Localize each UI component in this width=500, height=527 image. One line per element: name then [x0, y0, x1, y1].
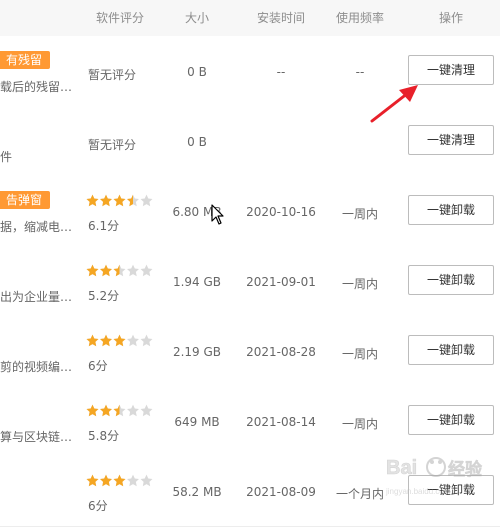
install-date: 2021-08-09	[246, 485, 316, 499]
table-header: 软件评分 大小 安装时间 使用频率 操作	[0, 0, 500, 37]
software-size: 2.19 GB	[172, 345, 222, 359]
header-install-time: 安装时间	[256, 11, 305, 25]
star-icon	[113, 194, 126, 207]
usage-frequency: --	[355, 65, 365, 79]
status-badge: 有残留	[0, 51, 51, 69]
software-description: 据，缩减电…	[0, 220, 73, 234]
header-rating: 软件评分	[95, 11, 144, 25]
software-size: 649 MB	[174, 415, 220, 429]
table-row: 剪的视频编… 6分 2.19 GB 2021-08-28 一周内 一键卸载	[0, 316, 500, 387]
rating-score: 6.1分	[88, 219, 120, 233]
rating-stars	[86, 334, 153, 347]
star-icon	[100, 334, 112, 347]
star-icon	[140, 474, 153, 487]
svg-text:Bai: Bai	[386, 457, 417, 479]
usage-frequency: 一周内	[341, 347, 378, 361]
install-date: 2021-08-14	[246, 415, 316, 429]
rating-stars	[86, 404, 153, 417]
uninstall-button[interactable]: 一键卸载	[408, 265, 494, 295]
star-icon	[113, 264, 126, 277]
usage-frequency: 一周内	[341, 207, 378, 221]
rating-score: 6分	[88, 359, 108, 373]
install-date: --	[276, 65, 286, 79]
status-badge: 告弹窗	[0, 191, 51, 209]
usage-frequency: 一周内	[341, 417, 378, 431]
rating-score: 5.8分	[88, 429, 120, 443]
star-icon	[86, 334, 99, 347]
uninstall-button[interactable]: 一键卸载	[408, 335, 494, 365]
software-description: 载后的残留…	[0, 80, 73, 94]
software-size: 1.94 GB	[172, 275, 222, 289]
star-icon	[113, 474, 126, 487]
star-icon	[86, 404, 99, 417]
star-icon	[127, 334, 139, 347]
software-size: 58.2 MB	[172, 485, 222, 499]
star-icon	[100, 474, 112, 487]
svg-text:经验: 经验	[448, 459, 483, 480]
header-size: 大小	[184, 11, 209, 25]
star-icon	[140, 404, 153, 417]
table-row: 告弹窗 据，缩减电… 6.1分 6.80 MB 2020-10-16 一周内 一键卸载	[0, 176, 500, 247]
uninstall-button[interactable]: 一键卸载	[408, 405, 494, 435]
software-description: 算与区块链…	[0, 430, 73, 444]
star-icon	[100, 194, 112, 207]
red-arrow-icon	[370, 85, 418, 123]
star-icon	[140, 334, 153, 347]
star-icon	[140, 194, 153, 207]
star-icon	[140, 264, 153, 277]
star-icon	[100, 404, 112, 417]
header-frequency: 使用频率	[335, 11, 384, 25]
software-description: 剪的视频编…	[0, 360, 73, 374]
software-description: 件	[0, 150, 13, 164]
star-icon	[86, 194, 99, 207]
install-date: 2021-09-01	[246, 275, 316, 289]
rating-score: 暂无评分	[88, 138, 137, 152]
baidu-jingyan-watermark: Bai 经验 jingyan.baidu.com	[385, 457, 483, 496]
header-action: 操作	[438, 11, 463, 25]
table-row: 出为企业量… 5.2分 1.94 GB 2021-09-01 一周内 一键卸载	[0, 246, 500, 317]
rating-stars	[86, 264, 153, 277]
star-icon	[127, 264, 139, 277]
install-date: 2020-10-16	[246, 205, 316, 219]
software-size: 0 B	[187, 135, 207, 149]
star-icon	[100, 264, 112, 277]
table-row: 有残留 载后的残留… 暂无评分 0 B -- -- 一键清理	[0, 36, 500, 107]
star-icon	[127, 194, 139, 207]
star-icon	[86, 474, 99, 487]
install-date: 2021-08-28	[246, 345, 316, 359]
star-icon	[86, 264, 99, 277]
table-row: 算与区块链… 5.8分 649 MB 2021-08-14 一周内 一键卸载	[0, 386, 500, 457]
svg-text:jingyan.baidu.com: jingyan.baidu.com	[385, 487, 451, 496]
star-icon	[127, 404, 139, 417]
software-size: 0 B	[187, 65, 207, 79]
software-description: 出为企业量…	[0, 290, 73, 304]
rating-stars	[86, 194, 153, 207]
rating-stars	[86, 474, 153, 487]
rating-score: 暂无评分	[88, 68, 137, 82]
mouse-cursor-icon	[211, 204, 224, 225]
clean-button[interactable]: 一键清理	[408, 125, 494, 155]
rating-score: 5.2分	[88, 289, 120, 303]
uninstall-button[interactable]: 一键卸载	[408, 195, 494, 225]
star-icon	[113, 334, 126, 347]
table-row: 件 暂无评分 0 B 一键清理	[0, 106, 500, 177]
usage-frequency: 一周内	[341, 277, 378, 291]
star-icon	[127, 474, 139, 487]
star-icon	[113, 404, 126, 417]
